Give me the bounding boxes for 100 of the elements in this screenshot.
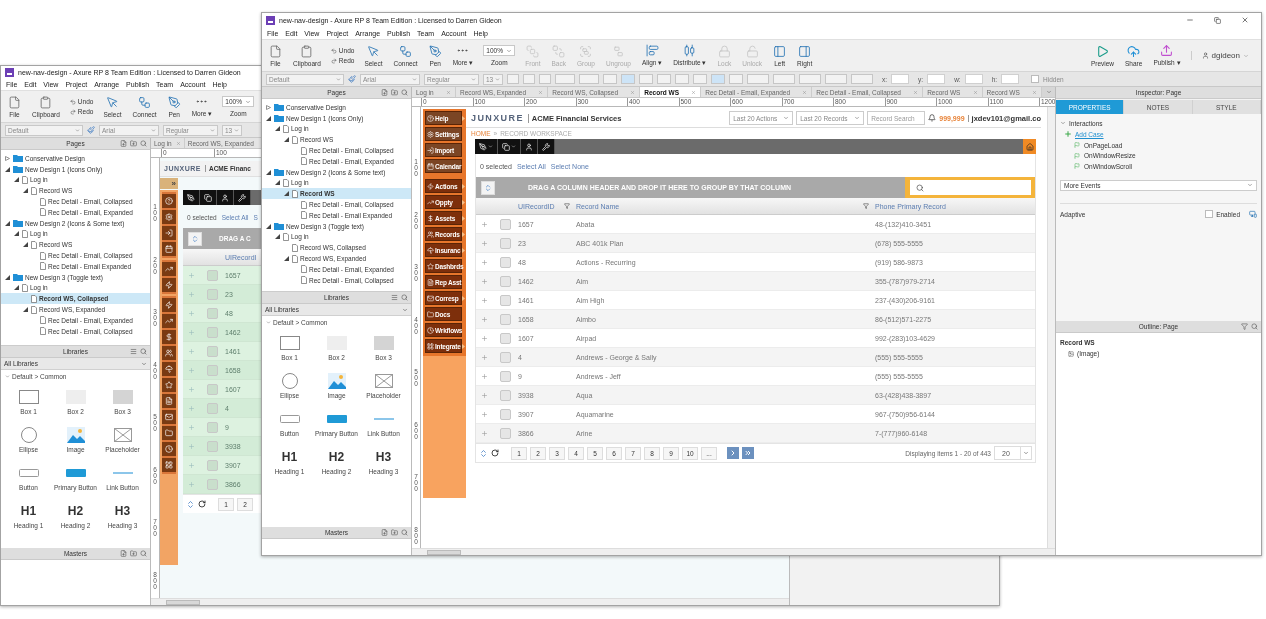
expand-row-icon[interactable] [187, 328, 195, 336]
collapsed-triangle-icon[interactable] [266, 104, 271, 110]
add-page-icon[interactable] [120, 550, 127, 557]
nav-button[interactable] [162, 242, 176, 256]
expand-row-icon[interactable] [187, 404, 195, 412]
toolbar-button[interactable] [183, 190, 200, 205]
format-button[interactable] [555, 74, 575, 84]
nav-button[interactable] [162, 278, 176, 292]
row-checkbox[interactable] [499, 218, 511, 230]
expand-row-icon[interactable] [480, 220, 488, 228]
user-menu[interactable]: dgideon [1190, 51, 1255, 60]
add-folder-icon[interactable] [130, 140, 137, 147]
row-checkbox[interactable] [499, 370, 511, 382]
row-checkbox[interactable] [206, 364, 218, 376]
scrollbar[interactable] [1047, 107, 1055, 548]
row-checkbox[interactable] [499, 256, 511, 268]
menu-icon[interactable] [130, 348, 137, 355]
nav-button[interactable] [162, 314, 176, 328]
expand-row-icon[interactable] [187, 271, 195, 279]
expand-all-button[interactable] [188, 231, 202, 246]
home-button[interactable] [1023, 139, 1036, 154]
expanded-triangle-icon[interactable] [284, 137, 289, 143]
expand-row-icon[interactable] [187, 309, 195, 317]
nav-button[interactable] [162, 210, 176, 224]
coordinate-field[interactable] [927, 74, 946, 84]
chevron-icon[interactable] [1060, 120, 1066, 126]
expand-all-button[interactable] [481, 180, 495, 195]
expand-row-icon[interactable] [480, 410, 488, 418]
expand-row-icon[interactable] [187, 480, 195, 488]
grid-search-field[interactable] [910, 180, 1031, 195]
format-button[interactable] [621, 74, 635, 84]
row-checkbox[interactable] [206, 459, 218, 471]
expand-row-icon[interactable] [480, 429, 488, 437]
expanded-triangle-icon[interactable] [275, 180, 280, 186]
devices-icon[interactable] [1249, 210, 1257, 218]
search-icon[interactable] [401, 529, 408, 536]
expand-row-icon[interactable] [187, 366, 195, 374]
format-button[interactable] [579, 74, 599, 84]
expanded-triangle-icon[interactable] [284, 191, 289, 197]
search-icon[interactable] [140, 140, 147, 147]
expand-row-icon[interactable] [480, 372, 488, 380]
search-icon[interactable] [401, 294, 408, 301]
row-checkbox[interactable] [499, 332, 511, 344]
nav-button[interactable] [162, 226, 176, 240]
coordinate-field[interactable] [964, 74, 983, 84]
brush-icon[interactable] [87, 126, 95, 134]
nav-button[interactable] [162, 298, 176, 312]
expanded-triangle-icon[interactable] [5, 166, 10, 172]
add-page-icon[interactable] [120, 140, 127, 147]
expanded-triangle-icon[interactable] [23, 307, 28, 313]
restore-icon[interactable] [1214, 16, 1221, 24]
format-button[interactable] [507, 74, 519, 84]
nav-button[interactable] [162, 362, 176, 376]
expanded-triangle-icon[interactable] [266, 169, 271, 175]
format-button[interactable] [851, 74, 873, 84]
expand-row-icon[interactable] [480, 258, 488, 266]
expand-row-icon[interactable] [480, 391, 488, 399]
row-checkbox[interactable] [499, 408, 511, 420]
minimize-icon[interactable] [1186, 16, 1194, 24]
search-icon[interactable] [401, 89, 408, 96]
format-button[interactable] [799, 74, 821, 84]
coordinate-field[interactable] [891, 74, 910, 84]
format-button[interactable] [747, 74, 769, 84]
last-page-button[interactable] [742, 447, 754, 459]
row-checkbox[interactable] [499, 237, 511, 249]
nav-button[interactable] [162, 394, 176, 408]
expanded-triangle-icon[interactable] [14, 285, 19, 291]
expanded-triangle-icon[interactable] [266, 223, 271, 229]
search-icon[interactable] [140, 550, 147, 557]
nav-toggle[interactable]: » [160, 178, 178, 189]
search-icon[interactable] [1251, 323, 1258, 330]
toolbar-button[interactable] [498, 139, 521, 154]
search-icon[interactable] [140, 348, 147, 355]
expand-row-icon[interactable] [480, 296, 488, 304]
nav-button[interactable] [162, 410, 176, 424]
nav-button[interactable] [162, 194, 176, 208]
nav-button[interactable] [162, 330, 176, 344]
row-checkbox[interactable] [499, 275, 511, 287]
expanded-triangle-icon[interactable] [284, 256, 289, 262]
expand-row-icon[interactable] [480, 334, 488, 342]
row-checkbox[interactable] [206, 269, 218, 281]
close-icon[interactable] [1241, 16, 1249, 24]
refresh-icon[interactable] [491, 449, 499, 457]
format-button[interactable] [773, 74, 795, 84]
enabled-checkbox[interactable] [1205, 210, 1214, 218]
add-folder-icon[interactable] [391, 89, 398, 96]
nav-button[interactable] [162, 442, 176, 456]
nav-button[interactable] [162, 426, 176, 440]
toolbar-button[interactable] [217, 190, 234, 205]
format-button[interactable] [729, 74, 743, 84]
row-checkbox[interactable] [206, 440, 218, 452]
expand-row-icon[interactable] [480, 353, 488, 361]
expand-row-icon[interactable] [480, 315, 488, 323]
toolbar-button[interactable] [521, 139, 538, 154]
expand-row-icon[interactable] [480, 277, 488, 285]
add-folder-icon[interactable] [391, 529, 398, 536]
format-button[interactable] [711, 74, 725, 84]
expand-row-icon[interactable] [187, 461, 195, 469]
expand-row-icon[interactable] [187, 442, 195, 450]
expand-row-icon[interactable] [187, 290, 195, 298]
